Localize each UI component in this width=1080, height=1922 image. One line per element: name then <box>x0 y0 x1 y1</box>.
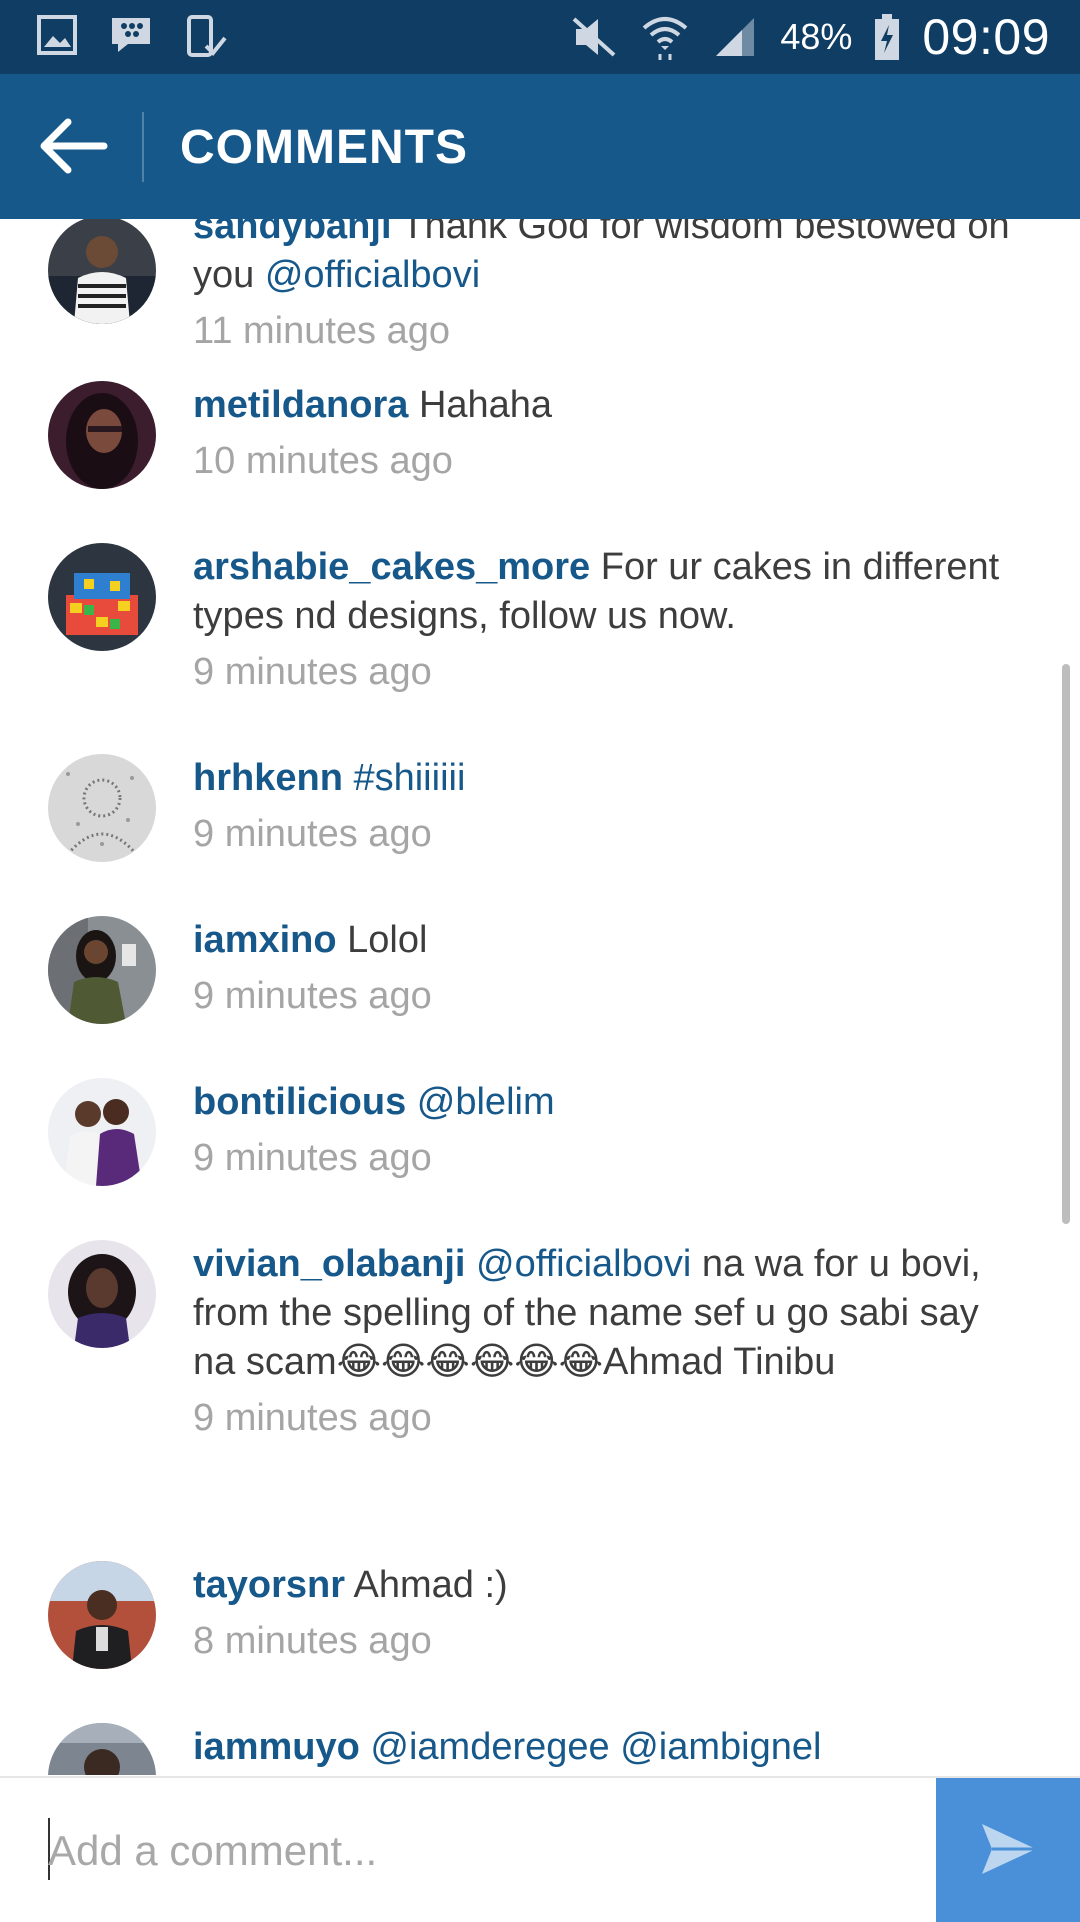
back-button[interactable] <box>36 114 108 178</box>
app-bar: COMMENTS <box>0 74 1080 219</box>
comment-timestamp: 9 minutes ago <box>193 813 432 855</box>
comment-mention[interactable]: @officialbovi <box>265 254 480 296</box>
comment-username[interactable]: tayorsnr <box>193 1564 345 1606</box>
avatar[interactable] <box>48 381 156 489</box>
comments-list[interactable]: sandybanji Thank God for wisdom bestowed… <box>0 219 1080 1775</box>
avatar[interactable] <box>48 754 156 862</box>
status-bar: 48% 09:09 <box>0 0 1080 74</box>
comment-timestamp: 9 minutes ago <box>193 1397 432 1439</box>
signal-icon <box>712 14 758 60</box>
comment-username[interactable]: hrhkenn <box>193 757 343 799</box>
arrow-left-icon <box>40 118 108 174</box>
comment-timestamp: 9 minutes ago <box>193 975 432 1017</box>
comment-mention[interactable]: @officialbovi <box>476 1243 691 1285</box>
avatar[interactable] <box>48 1561 156 1669</box>
blackberry-messenger-icon <box>108 14 154 60</box>
comment-text: Lolol <box>336 919 428 961</box>
comment-text <box>360 1726 371 1768</box>
comment-username[interactable]: sandybanji <box>193 219 392 247</box>
comment-timestamp: 9 minutes ago <box>193 651 432 693</box>
avatar[interactable] <box>48 219 156 324</box>
comment-text <box>406 1081 417 1123</box>
comment-text <box>343 757 354 799</box>
app-bar-divider <box>142 112 144 182</box>
comment-composer <box>0 1776 1080 1922</box>
comment-username[interactable]: iamxino <box>193 919 337 961</box>
page-title: COMMENTS <box>180 121 468 174</box>
mute-icon <box>570 15 618 59</box>
comment-timestamp: 11 minutes ago <box>193 310 451 352</box>
avatar[interactable] <box>48 543 156 651</box>
send-icon <box>982 1824 1036 1874</box>
scrollbar[interactable] <box>1062 664 1070 1224</box>
comment-mention[interactable]: @iamderegee @iambignel <box>370 1726 821 1768</box>
avatar[interactable] <box>48 1078 156 1186</box>
device-check-icon <box>184 14 228 60</box>
avatar[interactable] <box>48 916 156 1024</box>
send-button[interactable] <box>936 1778 1080 1922</box>
comment-text <box>465 1243 476 1285</box>
battery-charging-icon <box>874 13 900 61</box>
comment-timestamp: 8 minutes ago <box>193 1620 432 1662</box>
comment-text: Hahaha <box>408 384 553 426</box>
comment-username[interactable]: metildanora <box>193 384 408 426</box>
comment-username[interactable]: arshabie_cakes_more <box>193 546 590 588</box>
comment-timestamp: 9 minutes ago <box>193 1137 432 1179</box>
comment-username[interactable]: bontilicious <box>193 1081 406 1123</box>
comment-username[interactable]: vivian_olabanji <box>193 1243 465 1285</box>
comment-timestamp: 10 minutes ago <box>193 440 453 482</box>
battery-percent: 48% <box>780 16 853 57</box>
avatar[interactable] <box>48 1240 156 1348</box>
comment-username[interactable]: iammuyo <box>193 1726 360 1768</box>
clock: 09:09 <box>922 9 1050 65</box>
avatar[interactable] <box>48 1723 156 1775</box>
comment-input[interactable] <box>46 1808 910 1894</box>
comment-hashtag[interactable]: #shiiiiii <box>353 757 465 799</box>
wifi-icon <box>640 12 690 62</box>
comment-mention[interactable]: @blelim <box>417 1081 555 1123</box>
comment-text: Ahmad :) <box>345 1564 508 1606</box>
image-icon <box>36 14 78 60</box>
